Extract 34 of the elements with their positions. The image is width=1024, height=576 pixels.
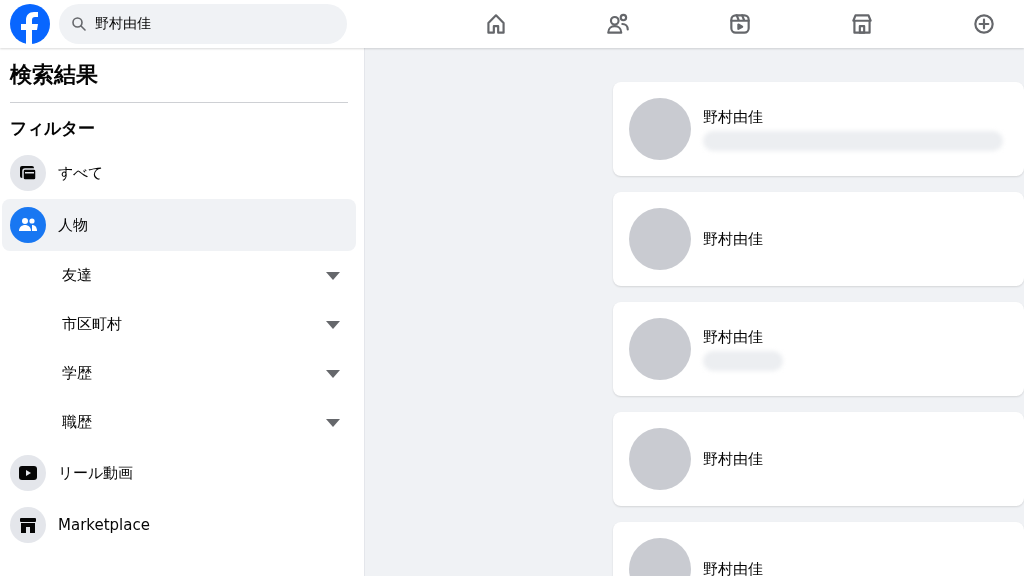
caret-icon (326, 369, 340, 378)
person-name[interactable]: 野村由佳 (703, 327, 783, 347)
filter-heading: フィルター (10, 117, 96, 140)
caret-icon (326, 320, 340, 329)
play-icon (18, 463, 38, 483)
person-name[interactable]: 野村由佳 (703, 449, 763, 469)
friends-icon (605, 11, 631, 37)
logo[interactable] (10, 4, 50, 44)
person-name[interactable]: 野村由佳 (703, 107, 1003, 127)
subfilter-dropdown[interactable]: 市区町村 (2, 300, 356, 349)
plus-circle-icon (971, 11, 997, 37)
filter-item[interactable]: 人物 (2, 199, 356, 251)
result-card[interactable]: 野村由佳 (613, 82, 1024, 176)
filter-item[interactable]: すべて (2, 147, 356, 199)
subfilter-dropdown[interactable]: 学歴 (2, 349, 356, 398)
search-icon (71, 16, 87, 32)
result-card[interactable]: 野村由佳 (613, 522, 1024, 576)
filter-item[interactable]: リール動画 (2, 447, 356, 499)
store-icon (849, 11, 875, 37)
video-icon (727, 11, 753, 37)
cards-icon (18, 163, 38, 183)
subfilter-dropdown[interactable]: 友達 (2, 251, 356, 300)
person-name[interactable]: 野村由佳 (703, 229, 763, 249)
person-name[interactable]: 野村由佳 (703, 559, 763, 576)
result-card[interactable]: 野村由佳 (613, 302, 1024, 396)
result-card[interactable]: 野村由佳 (613, 412, 1024, 506)
page-title: 検索結果 (10, 61, 99, 89)
subfilter-dropdown[interactable]: 職歴 (2, 398, 356, 447)
search-field[interactable]: 野村由佳 (59, 4, 347, 44)
caret-icon (326, 271, 340, 280)
store-icon (18, 515, 38, 535)
result-card[interactable]: 野村由佳 (613, 192, 1024, 286)
caret-icon (326, 418, 340, 427)
filter-item[interactable]: Marketplace (2, 499, 356, 551)
